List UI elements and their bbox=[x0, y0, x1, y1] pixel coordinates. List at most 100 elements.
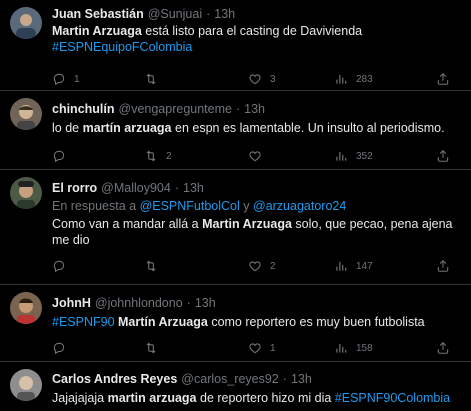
retweet-icon bbox=[146, 260, 156, 272]
author-name[interactable]: Carlos Andres Reyes bbox=[52, 371, 177, 387]
share-button[interactable] bbox=[436, 259, 450, 273]
author-name[interactable]: JohnH bbox=[52, 295, 91, 311]
separator-dot: · bbox=[186, 296, 191, 310]
timestamp[interactable]: 13h bbox=[244, 101, 265, 117]
hashtag-link[interactable]: #ESPNEquipoFColombia bbox=[52, 40, 192, 54]
reply-button[interactable] bbox=[52, 341, 74, 355]
avatar[interactable] bbox=[10, 7, 42, 39]
highlighted-term: martín arzuaga bbox=[82, 121, 172, 135]
tweet-feed: Juan Sebastián @Sunjuai · 13h Martin Arz… bbox=[0, 0, 471, 411]
like-count: 3 bbox=[270, 73, 276, 85]
reply-button[interactable]: 1 bbox=[52, 72, 80, 86]
tweet-text: #ESPNF90 Martín Arzuaga como reportero e… bbox=[52, 314, 463, 330]
action-bar: 1 158 bbox=[52, 338, 463, 360]
share-button[interactable] bbox=[436, 341, 450, 355]
views-icon bbox=[336, 151, 347, 161]
view-count: 158 bbox=[356, 342, 373, 354]
tweet-header: Juan Sebastián @Sunjuai · 13h bbox=[52, 0, 463, 22]
retweet-icon bbox=[146, 73, 156, 85]
retweet-button[interactable] bbox=[144, 259, 166, 273]
reply-icon bbox=[53, 73, 65, 86]
timestamp[interactable]: 13h bbox=[291, 371, 312, 387]
retweet-icon bbox=[146, 150, 156, 162]
share-icon bbox=[437, 73, 449, 85]
tweet-text: Martin Arzuaga está listo para el castin… bbox=[52, 23, 463, 55]
timestamp[interactable]: 13h bbox=[183, 180, 204, 196]
views-icon bbox=[336, 261, 347, 271]
tweet[interactable]: chinchulín @vengapreguntеme · 13h lo de … bbox=[0, 91, 471, 170]
tweet-header: El rorro @Malloy904 · 13h bbox=[52, 170, 463, 196]
like-count: 1 bbox=[270, 342, 276, 354]
author-handle[interactable]: @carlos_reyes92 bbox=[181, 371, 278, 387]
separator-dot: · bbox=[174, 181, 179, 195]
share-button[interactable] bbox=[436, 72, 450, 86]
author-handle[interactable]: @Sunjuai bbox=[148, 6, 202, 22]
retweet-button[interactable] bbox=[144, 72, 166, 86]
tweet-text-segment: lo de bbox=[52, 121, 83, 135]
retweet-count: 2 bbox=[166, 150, 172, 162]
like-button[interactable]: 1 bbox=[248, 341, 276, 355]
tweet-header: chinchulín @vengapreguntеme · 13h bbox=[52, 91, 463, 117]
author-handle[interactable]: @Malloy904 bbox=[101, 180, 171, 196]
views-icon bbox=[336, 343, 347, 353]
reply-icon bbox=[53, 260, 65, 273]
like-button[interactable]: 2 bbox=[248, 259, 276, 273]
tweet[interactable]: Juan Sebastián @Sunjuai · 13h Martin Arz… bbox=[0, 0, 471, 91]
tweet-text-segment: en espn es lamentable. Un insulto al per… bbox=[171, 121, 445, 135]
tweet-text-segment: Jajajajaja bbox=[52, 391, 108, 405]
hashtag-link[interactable]: #ESPNF90Colombia bbox=[335, 391, 450, 405]
author-name[interactable]: chinchulín bbox=[52, 101, 115, 117]
action-bar: 2 147 bbox=[52, 256, 463, 278]
timestamp[interactable]: 13h bbox=[195, 295, 216, 311]
views-button[interactable]: 283 bbox=[334, 72, 373, 86]
share-icon bbox=[437, 150, 449, 162]
retweet-icon bbox=[146, 342, 156, 354]
reply-button[interactable] bbox=[52, 149, 74, 163]
reply-count: 1 bbox=[74, 73, 80, 85]
views-button[interactable]: 158 bbox=[334, 341, 373, 355]
avatar[interactable] bbox=[10, 98, 42, 130]
tweet-text-segment: Como van a mandar allá a bbox=[52, 217, 203, 231]
tweet-text: Jajajajaja martin arzuaga de reportero h… bbox=[52, 390, 463, 406]
reply-context: En respuesta a @ESPNFutbolCol y @arzuaga… bbox=[52, 198, 463, 214]
share-button[interactable] bbox=[436, 149, 450, 163]
retweet-button[interactable]: 2 bbox=[144, 149, 172, 163]
share-icon bbox=[437, 260, 449, 272]
author-name[interactable]: El rorro bbox=[52, 180, 97, 196]
like-button[interactable]: 3 bbox=[248, 72, 276, 86]
action-bar: 1 3 283 bbox=[52, 69, 463, 91]
hashtag-link[interactable]: #ESPNF90 bbox=[52, 315, 115, 329]
like-count: 2 bbox=[270, 260, 276, 272]
view-count: 352 bbox=[356, 150, 373, 162]
tweet[interactable]: Carlos Andres Reyes @carlos_reyes92 · 13… bbox=[0, 362, 471, 411]
mention-link[interactable]: @ESPNFutbolCol bbox=[140, 199, 240, 213]
reply-button[interactable] bbox=[52, 259, 74, 273]
tweet-text-segment: de reportero hizo mi dia bbox=[196, 391, 335, 405]
reply-icon bbox=[53, 150, 65, 163]
tweet-text: Como van a mandar allá a Martin Arzuaga … bbox=[52, 216, 463, 248]
tweet-header: JohnH @johnhlondono · 13h bbox=[52, 285, 463, 311]
author-name[interactable]: Juan Sebastián bbox=[52, 6, 144, 22]
author-handle[interactable]: @vengapreguntеme bbox=[119, 101, 232, 117]
like-button[interactable] bbox=[248, 149, 270, 163]
action-bar: 2 352 bbox=[52, 146, 463, 168]
views-icon bbox=[336, 74, 347, 84]
reply-joiner: y bbox=[239, 199, 253, 213]
heart-icon bbox=[249, 343, 261, 354]
reply-prefix: En respuesta a bbox=[52, 199, 140, 213]
avatar[interactable] bbox=[10, 292, 42, 324]
views-button[interactable]: 352 bbox=[334, 149, 373, 163]
avatar[interactable] bbox=[10, 177, 42, 209]
highlighted-term: Martin Arzuaga bbox=[52, 24, 142, 38]
tweet-text: lo de martín arzuaga en espn es lamentab… bbox=[52, 120, 463, 136]
tweet[interactable]: JohnH @johnhlondono · 13h #ESPNF90 Martí… bbox=[0, 285, 471, 362]
tweet-text-segment: como reportero es muy buen futbolista bbox=[207, 315, 425, 329]
timestamp[interactable]: 13h bbox=[214, 6, 235, 22]
separator-dot: · bbox=[282, 372, 287, 386]
tweet[interactable]: El rorro @Malloy904 · 13h En respuesta a… bbox=[0, 170, 471, 285]
mention-link[interactable]: @arzuagatoro24 bbox=[253, 199, 346, 213]
author-handle[interactable]: @johnhlondono bbox=[95, 295, 183, 311]
views-button[interactable]: 147 bbox=[334, 259, 373, 273]
retweet-button[interactable] bbox=[144, 341, 166, 355]
avatar[interactable] bbox=[10, 369, 42, 401]
